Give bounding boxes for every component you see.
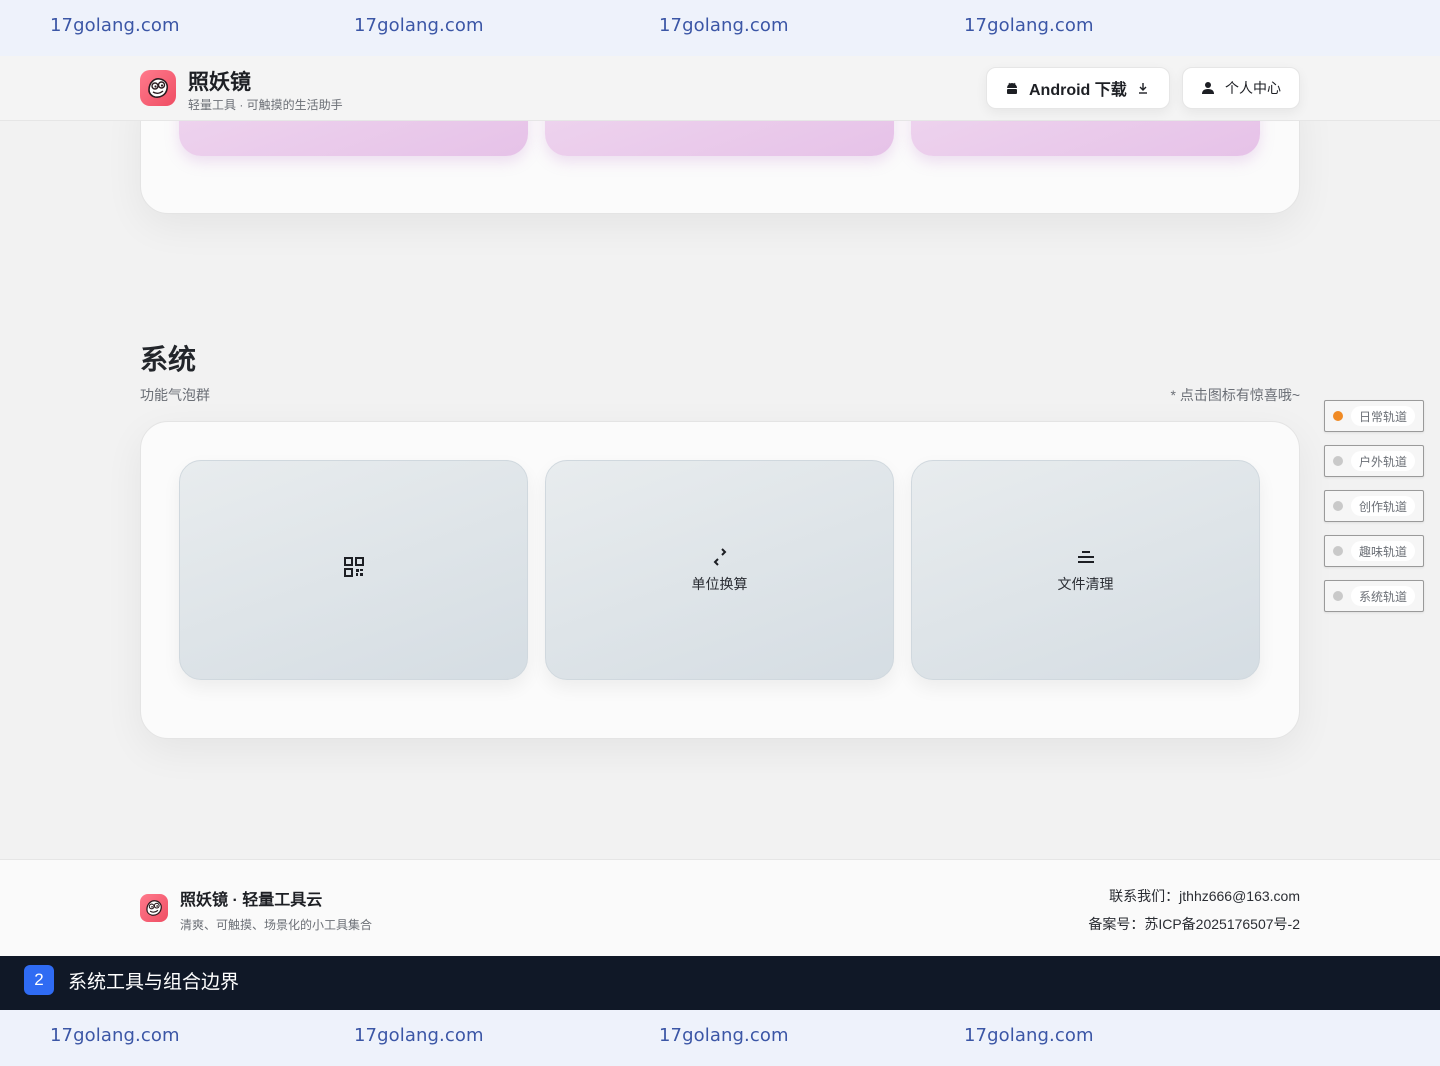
rail-item-label: 日常轨道 [1351,406,1415,426]
android-icon [1007,82,1017,94]
tool-label: 文件清理 [1057,576,1114,592]
rail-item-label: 趣味轨道 [1351,541,1415,561]
rail-dot [1333,546,1343,556]
rail-item-creative[interactable]: 创作轨道 [1324,490,1424,522]
user-center-button[interactable]: 个人中心 [1182,67,1300,109]
rail-dot [1333,456,1343,466]
watermark-bar-top: 17golang.com 17golang.com 17golang.com 1… [0,0,1440,56]
watermark-bar-bottom: 17golang.com 17golang.com 17golang.com 1… [0,1010,1440,1066]
watermark-text: 17golang.com [354,15,484,36]
footer-icp-link[interactable]: 备案号：苏ICP备2025176507号-2 [1088,914,1300,934]
watermark-text: 17golang.com [659,1025,789,1046]
footer-title: 照妖镜 · 轻量工具云 [180,892,323,909]
rail-item-label: 创作轨道 [1351,496,1415,516]
footer-contact: 联系我们：jthhz666@163.com [1109,888,1300,904]
user-center-label: 个人中心 [1225,80,1281,96]
rail-item-daily[interactable]: 日常轨道 [1324,400,1424,432]
caption-bar: 2 系统工具与组合边界 [0,956,1440,1010]
section-title: 系统 [140,344,197,375]
brand-subtitle: 轻量工具 · 可触摸的生活助手 [188,98,343,112]
app-logo[interactable] [140,70,176,106]
tool-card-unit-convert[interactable]: 单位换算 [545,460,894,680]
rail-item-fun[interactable]: 趣味轨道 [1324,535,1424,567]
tool-card-qr[interactable] [179,460,528,680]
step-badge: 2 [24,965,54,995]
android-download-button[interactable]: Android 下载 [986,67,1170,109]
clean-lines-icon [1075,546,1097,568]
watermark-text: 17golang.com [50,1025,180,1046]
footer-logo [140,894,168,922]
rail-dot [1333,411,1343,421]
rail-item-label: 系统轨道 [1351,586,1415,606]
footer-subtitle: 清爽、可触摸、场景化的小工具集合 [180,918,373,932]
tool-label: 单位换算 [691,576,748,592]
watermark-text: 17golang.com [50,15,180,36]
mascot-face-icon [148,78,169,98]
section-hint: * 点击图标有惊喜哦~ [1170,387,1300,403]
swap-arrows-icon [709,546,731,568]
rail-item-outdoor[interactable]: 户外轨道 [1324,445,1424,477]
qr-code-icon [343,556,365,578]
section-subtitle: 功能气泡群 [140,387,210,403]
rail-dot [1333,591,1343,601]
watermark-text: 17golang.com [659,15,789,36]
watermark-text: 17golang.com [354,1025,484,1046]
android-download-label: Android 下载 [1029,82,1127,99]
rail-item-system[interactable]: 系统轨道 [1324,580,1424,612]
mascot-face-icon [146,900,162,916]
tool-panel: 单位换算 文件清理 [140,421,1300,739]
watermark-text: 17golang.com [964,15,1094,36]
caption-text: 系统工具与组合边界 [68,972,240,993]
tool-card-file-clean[interactable]: 文件清理 [911,460,1260,680]
download-icon [1138,83,1147,94]
top-header: 照妖镜 轻量工具 · 可触摸的生活助手 Android 下载 个人中心 [0,56,1440,121]
watermark-text: 17golang.com [964,1025,1094,1046]
rail-dot [1333,501,1343,511]
user-icon [1202,82,1214,94]
brand-title: 照妖镜 [188,71,251,94]
site-footer: 照妖镜 · 轻量工具云 清爽、可触摸、场景化的小工具集合 联系我们：jthhz6… [0,859,1440,956]
rail-item-label: 户外轨道 [1351,451,1415,471]
